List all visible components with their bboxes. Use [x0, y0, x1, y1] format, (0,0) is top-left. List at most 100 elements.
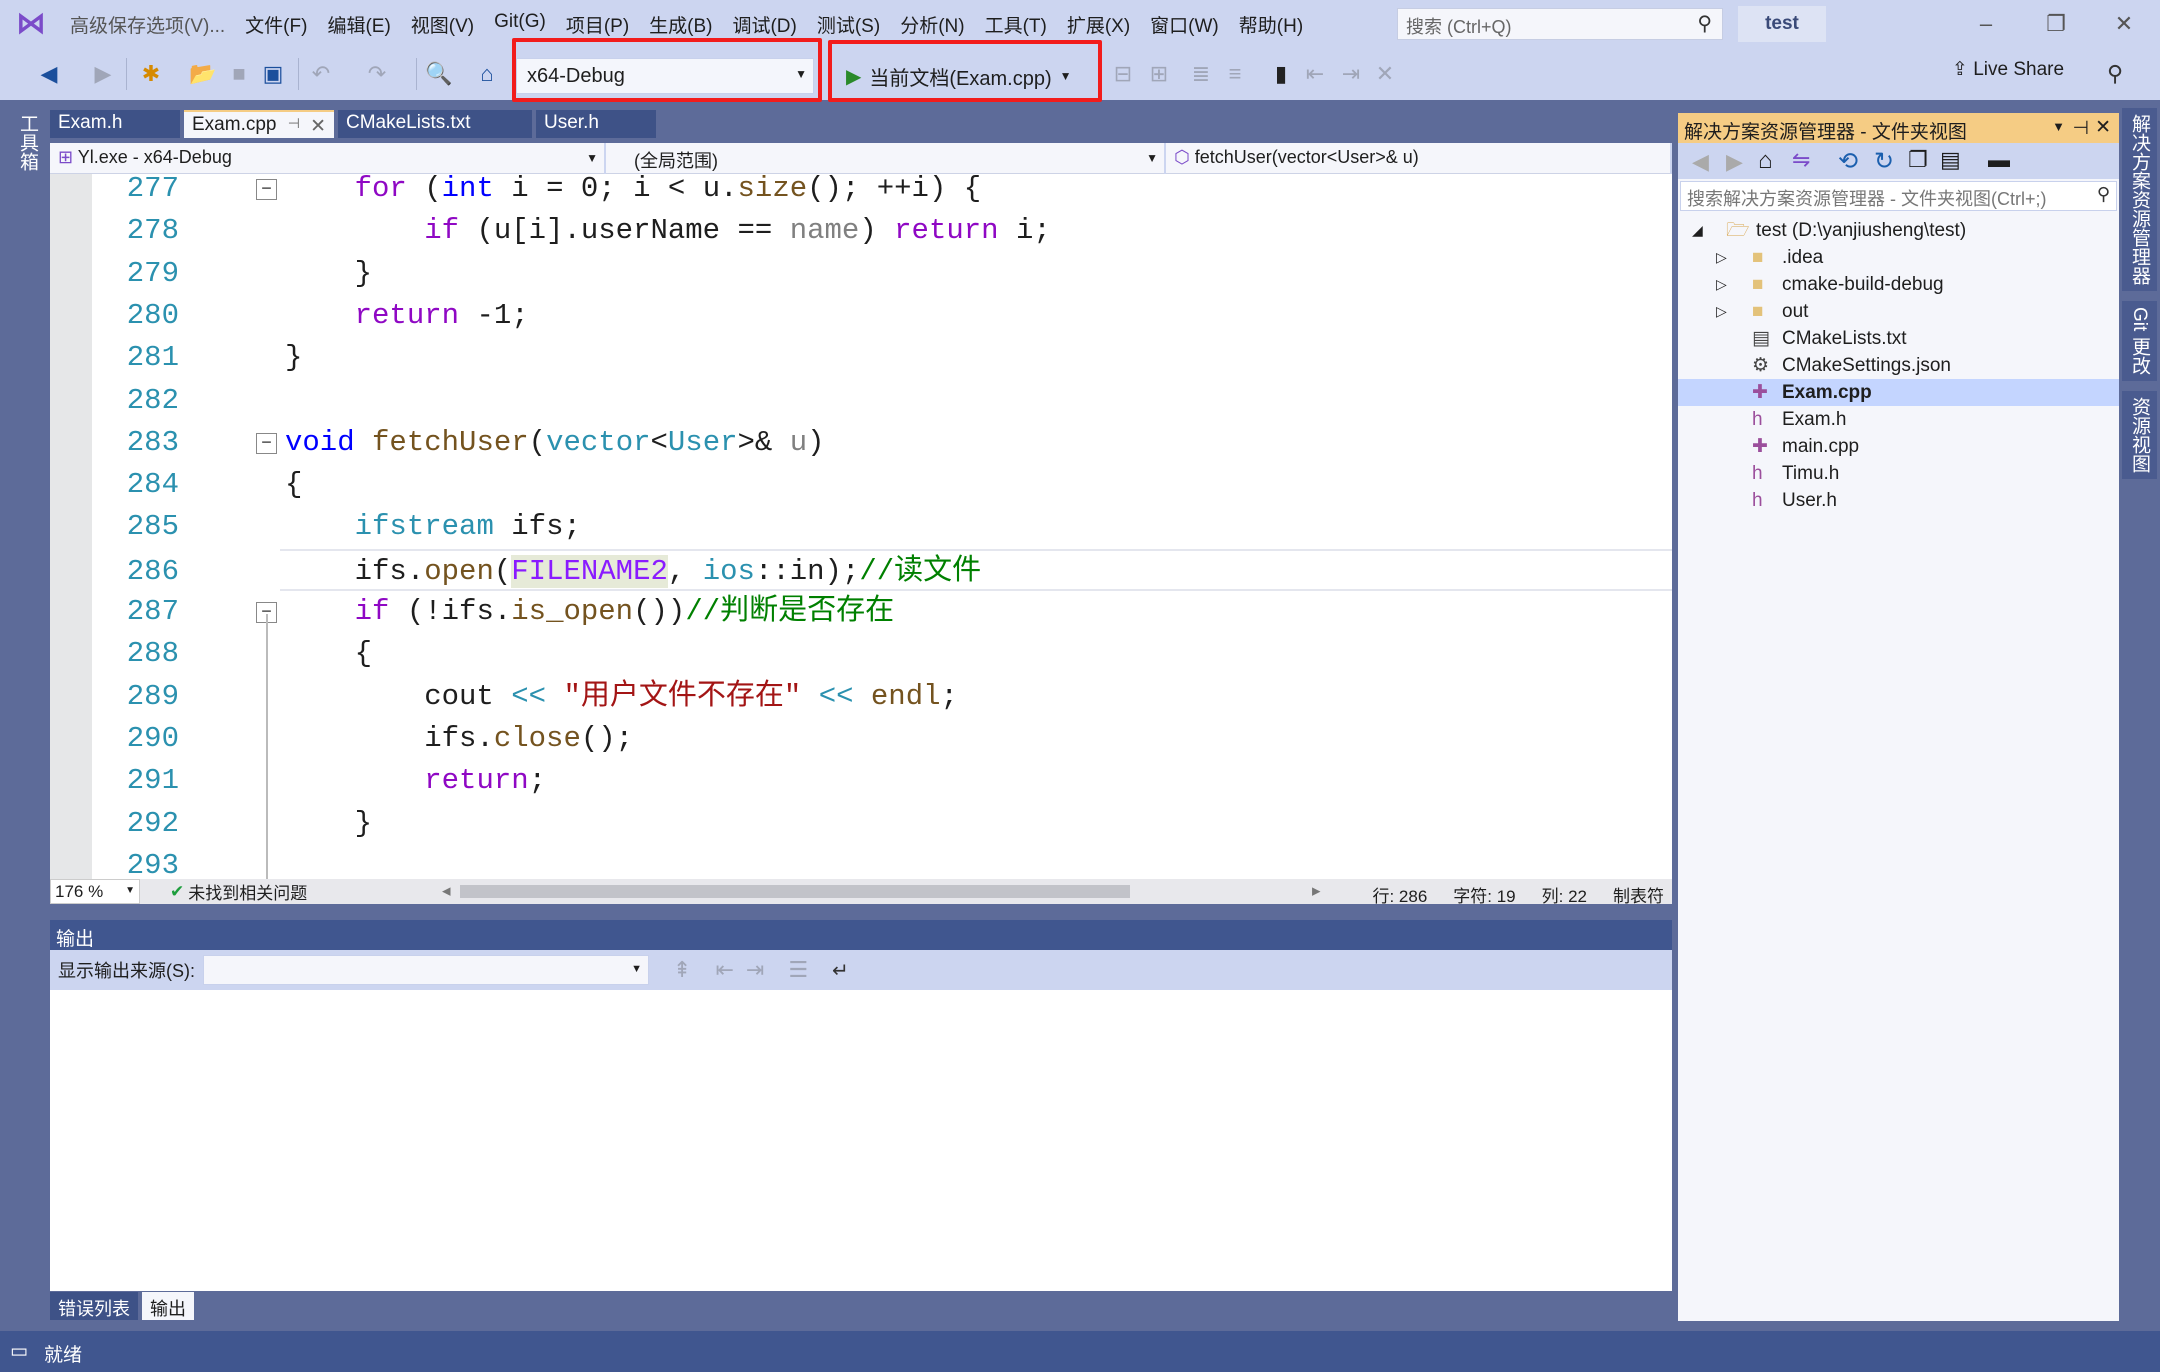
expand-icon[interactable]: ▷	[1716, 271, 1727, 298]
tree-item[interactable]: ▷ ■ .idea	[1678, 244, 2119, 271]
bottom-tab[interactable]: 错误列表	[50, 1292, 138, 1320]
sync-icon[interactable]: ⟲	[1838, 147, 1858, 176]
chevron-down-icon[interactable]: ▼	[2052, 119, 2065, 134]
save-all-icon[interactable]: ▣	[258, 58, 288, 90]
expand-icon[interactable]: ▷	[1716, 244, 1727, 271]
next-bookmark-icon[interactable]: ⇥	[1336, 58, 1366, 90]
tree-item[interactable]: h Exam.h	[1678, 406, 2119, 433]
comment-icon[interactable]: ⊟	[1108, 58, 1138, 90]
refresh-icon[interactable]: ↻	[1874, 147, 1894, 176]
bookmark-icon[interactable]: ▮	[1266, 58, 1296, 90]
tab-user-h[interactable]: User.h	[536, 110, 656, 138]
scope-dropdown[interactable]: (全局范围) ▼	[606, 143, 1166, 174]
menu-item[interactable]: 编辑(E)	[327, 11, 390, 38]
menu-item[interactable]: 测试(S)	[817, 11, 880, 38]
word-wrap-icon[interactable]: ↵	[832, 958, 849, 983]
redo-icon[interactable]: ↷	[362, 58, 392, 90]
bottom-tab[interactable]: 输出	[142, 1292, 194, 1320]
output-content[interactable]	[50, 990, 1672, 1291]
menu-item[interactable]: Git(G)	[494, 11, 546, 38]
restore-button[interactable]: ❐	[2036, 8, 2076, 40]
forward-icon[interactable]: ▶	[88, 58, 118, 90]
tree-item[interactable]: h User.h	[1678, 487, 2119, 514]
indent-icon[interactable]: ≡	[1220, 58, 1250, 90]
toolbox-side-tab[interactable]: 工具箱	[10, 108, 45, 177]
back-icon[interactable]: ◀	[34, 58, 64, 90]
tree-item[interactable]: ✚ Exam.cpp	[1678, 379, 2119, 406]
tree-item[interactable]: ◢ 🗁 test (D:\yanjiusheng\test)	[1678, 217, 2119, 244]
chevron-down-icon: ▼	[1059, 69, 1072, 83]
collapse-all-icon[interactable]: ❐	[1908, 147, 1928, 173]
save-options-menu[interactable]: 高级保存选项(V)...	[70, 11, 225, 38]
home-icon[interactable]: ⌂	[1758, 147, 1773, 175]
back-icon[interactable]: ◀	[1692, 149, 1709, 175]
side-tab[interactable]: 解决方案资源管理器	[2122, 108, 2157, 291]
menu-item[interactable]: 分析(N)	[900, 11, 964, 38]
forward-icon[interactable]: ▶	[1726, 149, 1743, 175]
clear-all-icon[interactable]: ☰	[788, 957, 808, 983]
collapse-icon[interactable]: −	[256, 179, 277, 200]
tabs-indicator[interactable]: 制表符	[1613, 882, 1664, 907]
close-icon[interactable]: ✕	[2095, 116, 2111, 139]
search-input[interactable]: 搜索 (Ctrl+Q) ⚲	[1397, 8, 1723, 40]
collapse-icon[interactable]: −	[256, 432, 277, 454]
new-item-icon[interactable]: ✱	[136, 58, 166, 90]
scroll-right-icon[interactable]: ▸	[1312, 881, 1321, 901]
run-button[interactable]: ▶ 当前文档(Exam.cpp) ▼	[846, 58, 1072, 94]
menu-item[interactable]: 工具(T)	[985, 11, 1047, 38]
next-message-icon[interactable]: ⇥	[746, 957, 764, 983]
menu-item[interactable]: 扩展(X)	[1067, 11, 1130, 38]
tab-exam-cpp[interactable]: Exam.cpp ⊣ ✕	[184, 110, 334, 138]
outdent-icon[interactable]: ≣	[1186, 58, 1216, 90]
tree-item[interactable]: ⚙ CMakeSettings.json	[1678, 352, 2119, 379]
expand-icon[interactable]: ▷	[1716, 298, 1727, 325]
tab-cmakelists-txt[interactable]: CMakeLists.txt	[338, 110, 532, 138]
tree-item[interactable]: ▤ CMakeLists.txt	[1678, 325, 2119, 352]
side-tab[interactable]: Git 更改	[2122, 301, 2157, 381]
show-all-files-icon[interactable]: ▤	[1940, 147, 1961, 173]
side-tab[interactable]: 资源视图	[2122, 390, 2157, 479]
menu-item[interactable]: 窗口(W)	[1150, 11, 1219, 38]
feedback-icon[interactable]: ⚲	[2100, 58, 2130, 90]
minimize-button[interactable]: –	[1966, 8, 2006, 40]
configuration-dropdown[interactable]: x64-Debug ▼	[516, 58, 814, 94]
tab-exam-h[interactable]: Exam.h	[50, 110, 180, 138]
close-icon[interactable]: ✕	[310, 115, 326, 138]
member-dropdown[interactable]: ⬡ fetchUser(vector<User>& u)	[1166, 143, 1672, 174]
tree-item[interactable]: ▷ ■ cmake-build-debug	[1678, 271, 2119, 298]
scroll-left-icon[interactable]: ◂	[442, 881, 451, 901]
open-file-icon[interactable]: 📂	[188, 58, 218, 90]
goto-message-icon[interactable]: ⇞	[673, 957, 691, 983]
menu-item[interactable]: 文件(F)	[245, 11, 307, 38]
menu-item[interactable]: 视图(V)	[411, 11, 474, 38]
undo-icon[interactable]: ↶	[306, 58, 336, 90]
horizontal-scrollbar[interactable]	[460, 885, 1130, 898]
pin-icon[interactable]: ⊣	[288, 115, 300, 132]
save-icon[interactable]: ■	[224, 58, 254, 90]
uncomment-icon[interactable]: ⊞	[1144, 58, 1174, 90]
menu-item[interactable]: 项目(P)	[566, 11, 629, 38]
code-editor[interactable]: 277− for (int i = 0; i < u.size(); ++i) …	[50, 174, 1672, 879]
menu-item[interactable]: 生成(B)	[649, 11, 712, 38]
find-in-files-icon[interactable]: 🔍	[424, 58, 454, 90]
home-icon[interactable]: ⌂	[472, 58, 502, 90]
tree-item[interactable]: ✚ main.cpp	[1678, 433, 2119, 460]
output-source-dropdown[interactable]: ▼	[203, 955, 649, 985]
live-share-button[interactable]: ⇪ Live Share	[1952, 58, 2064, 81]
expanded-icon[interactable]: ◢	[1692, 217, 1703, 244]
switch-views-icon[interactable]: ⇋	[1792, 147, 1810, 173]
close-window-button[interactable]: ✕	[2104, 8, 2144, 40]
solution-explorer-search[interactable]: 搜索解决方案资源管理器 - 文件夹视图(Ctrl+;) ⚲	[1680, 181, 2117, 211]
menu-item[interactable]: 调试(D)	[732, 11, 796, 38]
project-dropdown[interactable]: ⊞ Yl.exe - x64-Debug ▼	[50, 143, 606, 174]
prev-bookmark-icon[interactable]: ⇤	[1300, 58, 1330, 90]
clear-bookmarks-icon[interactable]: ✕	[1370, 58, 1400, 90]
issues-status[interactable]: 未找到相关问题	[188, 879, 307, 904]
tree-item[interactable]: h Timu.h	[1678, 460, 2119, 487]
zoom-dropdown[interactable]: 176 % ▼	[50, 879, 140, 904]
properties-icon[interactable]: ▬	[1988, 147, 2010, 173]
menu-item[interactable]: 帮助(H)	[1239, 11, 1303, 38]
prev-message-icon[interactable]: ⇤	[715, 957, 733, 983]
pin-icon[interactable]: ⊣	[2072, 117, 2089, 140]
tree-item[interactable]: ▷ ■ out	[1678, 298, 2119, 325]
